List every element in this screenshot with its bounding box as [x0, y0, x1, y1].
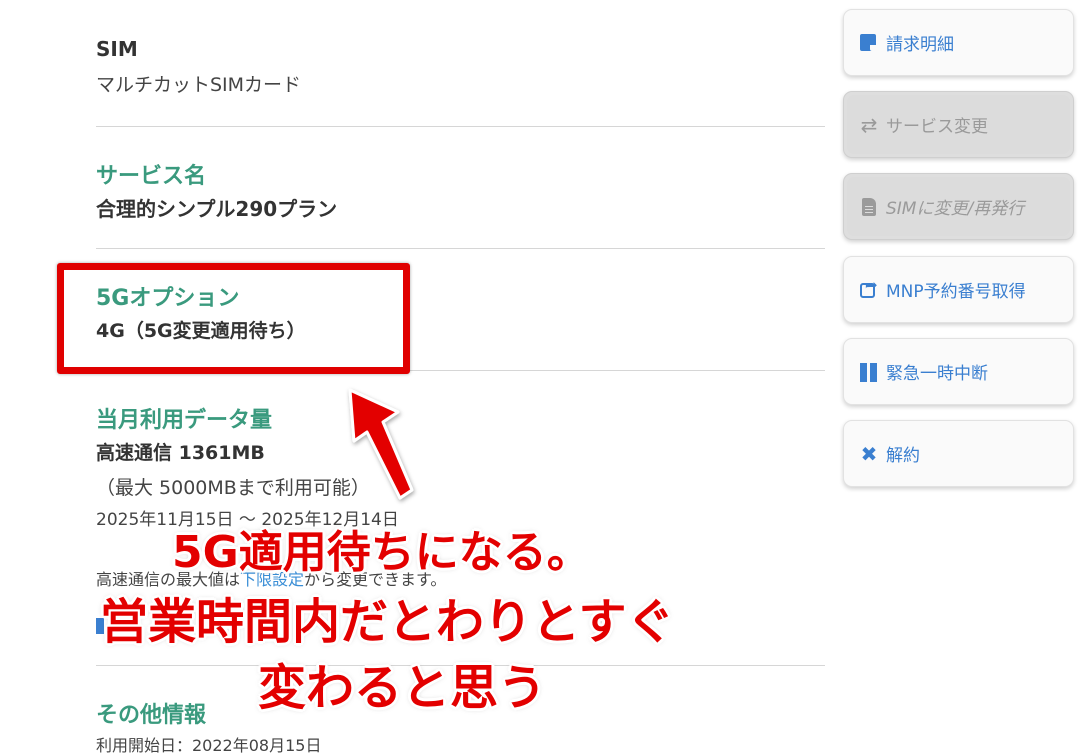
- annotation-line-1: 5G適用待ちになる。: [172, 527, 591, 578]
- annotation-line-2: 営業時間内だとわりとすぐ: [100, 594, 675, 650]
- annotation-line-3: 変わると思う: [258, 660, 547, 716]
